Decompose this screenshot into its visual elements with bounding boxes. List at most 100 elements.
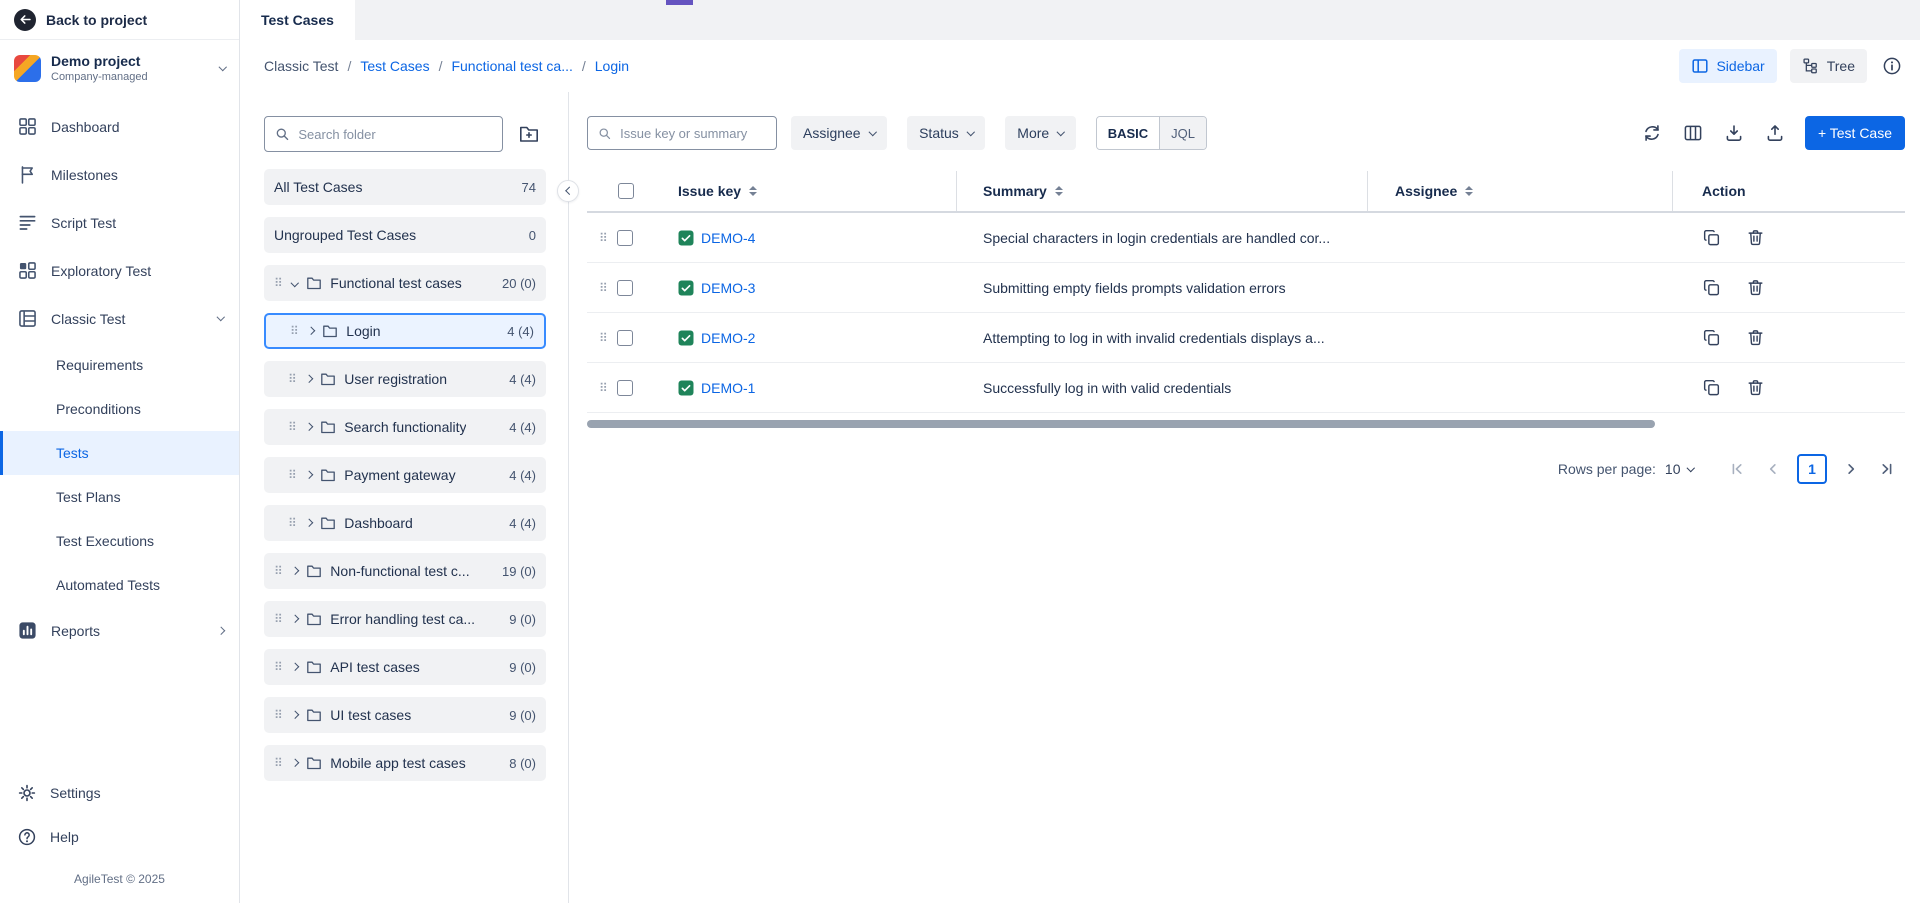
sidebar-item-settings[interactable]: Settings <box>0 771 239 815</box>
folder-non-functional-test-cases[interactable]: ⠿ Non-functional test c... 19 (0) <box>264 553 546 589</box>
sort-icon[interactable] <box>1465 186 1473 196</box>
assignee-filter-dropdown[interactable]: Assignee <box>791 116 887 150</box>
sidebar-item-reports[interactable]: Reports <box>0 607 239 655</box>
info-icon[interactable] <box>1880 54 1904 78</box>
row-checkbox[interactable] <box>617 330 633 346</box>
sidebar-item-exploratory-test[interactable]: Exploratory Test <box>0 247 239 295</box>
drag-handle-icon[interactable]: ⠿ <box>274 565 283 577</box>
folder-all-test-cases[interactable]: All Test Cases 74 <box>264 169 546 205</box>
chevron-right-icon[interactable] <box>305 519 313 527</box>
chevron-right-icon[interactable] <box>291 615 299 623</box>
clone-button[interactable] <box>1700 227 1722 249</box>
folder-login[interactable]: ⠿ Login 4 (4) <box>264 313 546 349</box>
folder-search-functionality[interactable]: ⠿ Search functionality 4 (4) <box>264 409 546 445</box>
chevron-right-icon[interactable] <box>291 663 299 671</box>
project-switcher[interactable]: Demo project Company-managed <box>0 40 239 95</box>
breadcrumb-item[interactable]: Functional test ca... <box>451 58 572 74</box>
first-page-button[interactable] <box>1722 454 1752 484</box>
sort-icon[interactable] <box>1055 186 1063 196</box>
sidebar-item-test-executions[interactable]: Test Executions <box>0 519 239 563</box>
sidebar-item-script-test[interactable]: Script Test <box>0 199 239 247</box>
folder-error-handling-test-cases[interactable]: ⠿ Error handling test ca... 9 (0) <box>264 601 546 637</box>
tree-view-button[interactable]: Tree <box>1790 49 1867 83</box>
create-test-case-button[interactable]: + Test Case <box>1805 116 1905 150</box>
new-folder-button[interactable] <box>512 117 546 151</box>
delete-button[interactable] <box>1744 377 1766 399</box>
folder-ungrouped-test-cases[interactable]: Ungrouped Test Cases 0 <box>264 217 546 253</box>
breadcrumb-item[interactable]: Login <box>595 58 629 74</box>
prev-page-button[interactable] <box>1758 454 1788 484</box>
breadcrumb-item[interactable]: Test Cases <box>360 58 429 74</box>
sidebar-item-dashboard[interactable]: Dashboard <box>0 103 239 151</box>
delete-button[interactable] <box>1744 277 1766 299</box>
clone-button[interactable] <box>1700 277 1722 299</box>
chevron-right-icon[interactable] <box>291 711 299 719</box>
drag-handle-icon[interactable]: ⠿ <box>274 277 283 289</box>
columns-button[interactable] <box>1682 122 1704 144</box>
column-header-issue-key[interactable]: Issue key <box>675 171 957 211</box>
sidebar-item-milestones[interactable]: Milestones <box>0 151 239 199</box>
sidebar-item-tests[interactable]: Tests <box>0 431 239 475</box>
folder-mobile-app-test-cases[interactable]: ⠿ Mobile app test cases 8 (0) <box>264 745 546 781</box>
chevron-right-icon[interactable] <box>291 759 299 767</box>
sidebar-item-preconditions[interactable]: Preconditions <box>0 387 239 431</box>
drag-handle-icon[interactable]: ⠿ <box>274 613 283 625</box>
refresh-button[interactable] <box>1641 122 1663 144</box>
chevron-right-icon[interactable] <box>291 567 299 575</box>
rows-per-page-select[interactable]: 10 <box>1665 461 1693 477</box>
drag-handle-icon[interactable]: ⠿ <box>274 757 283 769</box>
import-button[interactable] <box>1764 122 1786 144</box>
sidebar-item-classic-test[interactable]: Classic Test <box>0 295 239 343</box>
last-page-button[interactable] <box>1872 454 1902 484</box>
drag-handle-icon[interactable]: ⠿ <box>288 421 297 433</box>
clone-button[interactable] <box>1700 327 1722 349</box>
scrollbar-thumb[interactable] <box>587 420 1655 428</box>
breadcrumb-item[interactable]: Classic Test <box>264 58 338 74</box>
export-button[interactable] <box>1723 122 1745 144</box>
folder-dashboard[interactable]: ⠿ Dashboard 4 (4) <box>264 505 546 541</box>
folder-ui-test-cases[interactable]: ⠿ UI test cases 9 (0) <box>264 697 546 733</box>
column-header-summary[interactable]: Summary <box>957 171 1368 211</box>
sidebar-item-automated-tests[interactable]: Automated Tests <box>0 563 239 607</box>
more-filter-dropdown[interactable]: More <box>1005 116 1075 150</box>
delete-button[interactable] <box>1744 227 1766 249</box>
drag-handle-icon[interactable]: ⠿ <box>288 469 297 481</box>
drag-handle-icon[interactable]: ⠿ <box>288 517 297 529</box>
drag-handle-icon[interactable]: ⠿ <box>274 709 283 721</box>
issue-key-link[interactable]: DEMO-1 <box>701 380 755 396</box>
clone-button[interactable] <box>1700 377 1722 399</box>
drag-handle-icon[interactable]: ⠿ <box>288 373 297 385</box>
back-to-project-button[interactable]: Back to project <box>0 0 239 40</box>
sidebar-item-help[interactable]: Help <box>0 815 239 859</box>
drag-handle-icon[interactable]: ⠿ <box>599 282 608 294</box>
row-checkbox[interactable] <box>617 380 633 396</box>
issue-key-link[interactable]: DEMO-3 <box>701 280 755 296</box>
chevron-right-icon[interactable] <box>305 471 313 479</box>
sidebar-item-test-plans[interactable]: Test Plans <box>0 475 239 519</box>
drag-handle-icon[interactable]: ⠿ <box>599 332 608 344</box>
tab-test-cases[interactable]: Test Cases <box>240 0 355 40</box>
status-filter-dropdown[interactable]: Status <box>907 116 985 150</box>
issue-key-link[interactable]: DEMO-4 <box>701 230 755 246</box>
sort-icon[interactable] <box>749 186 757 196</box>
next-page-button[interactable] <box>1836 454 1866 484</box>
folder-user-registration[interactable]: ⠿ User registration 4 (4) <box>264 361 546 397</box>
folder-search-input[interactable] <box>296 126 492 143</box>
current-page-button[interactable]: 1 <box>1797 454 1827 484</box>
chevron-right-icon[interactable] <box>307 327 315 335</box>
chevron-right-icon[interactable] <box>305 423 313 431</box>
sidebar-view-button[interactable]: Sidebar <box>1679 49 1776 83</box>
row-checkbox[interactable] <box>617 230 633 246</box>
folder-api-test-cases[interactable]: ⠿ API test cases 9 (0) <box>264 649 546 685</box>
drag-handle-icon[interactable]: ⠿ <box>290 325 299 337</box>
collapse-panel-button[interactable] <box>557 180 579 202</box>
chevron-right-icon[interactable] <box>305 375 313 383</box>
issue-search-input[interactable] <box>618 125 766 142</box>
jql-mode-button[interactable]: JQL <box>1159 117 1206 149</box>
row-checkbox[interactable] <box>617 280 633 296</box>
issue-key-link[interactable]: DEMO-2 <box>701 330 755 346</box>
drag-handle-icon[interactable]: ⠿ <box>599 232 608 244</box>
select-all-checkbox[interactable] <box>618 183 634 199</box>
drag-handle-icon[interactable]: ⠿ <box>599 382 608 394</box>
folder-functional-test-cases[interactable]: ⠿ Functional test cases 20 (0) <box>264 265 546 301</box>
